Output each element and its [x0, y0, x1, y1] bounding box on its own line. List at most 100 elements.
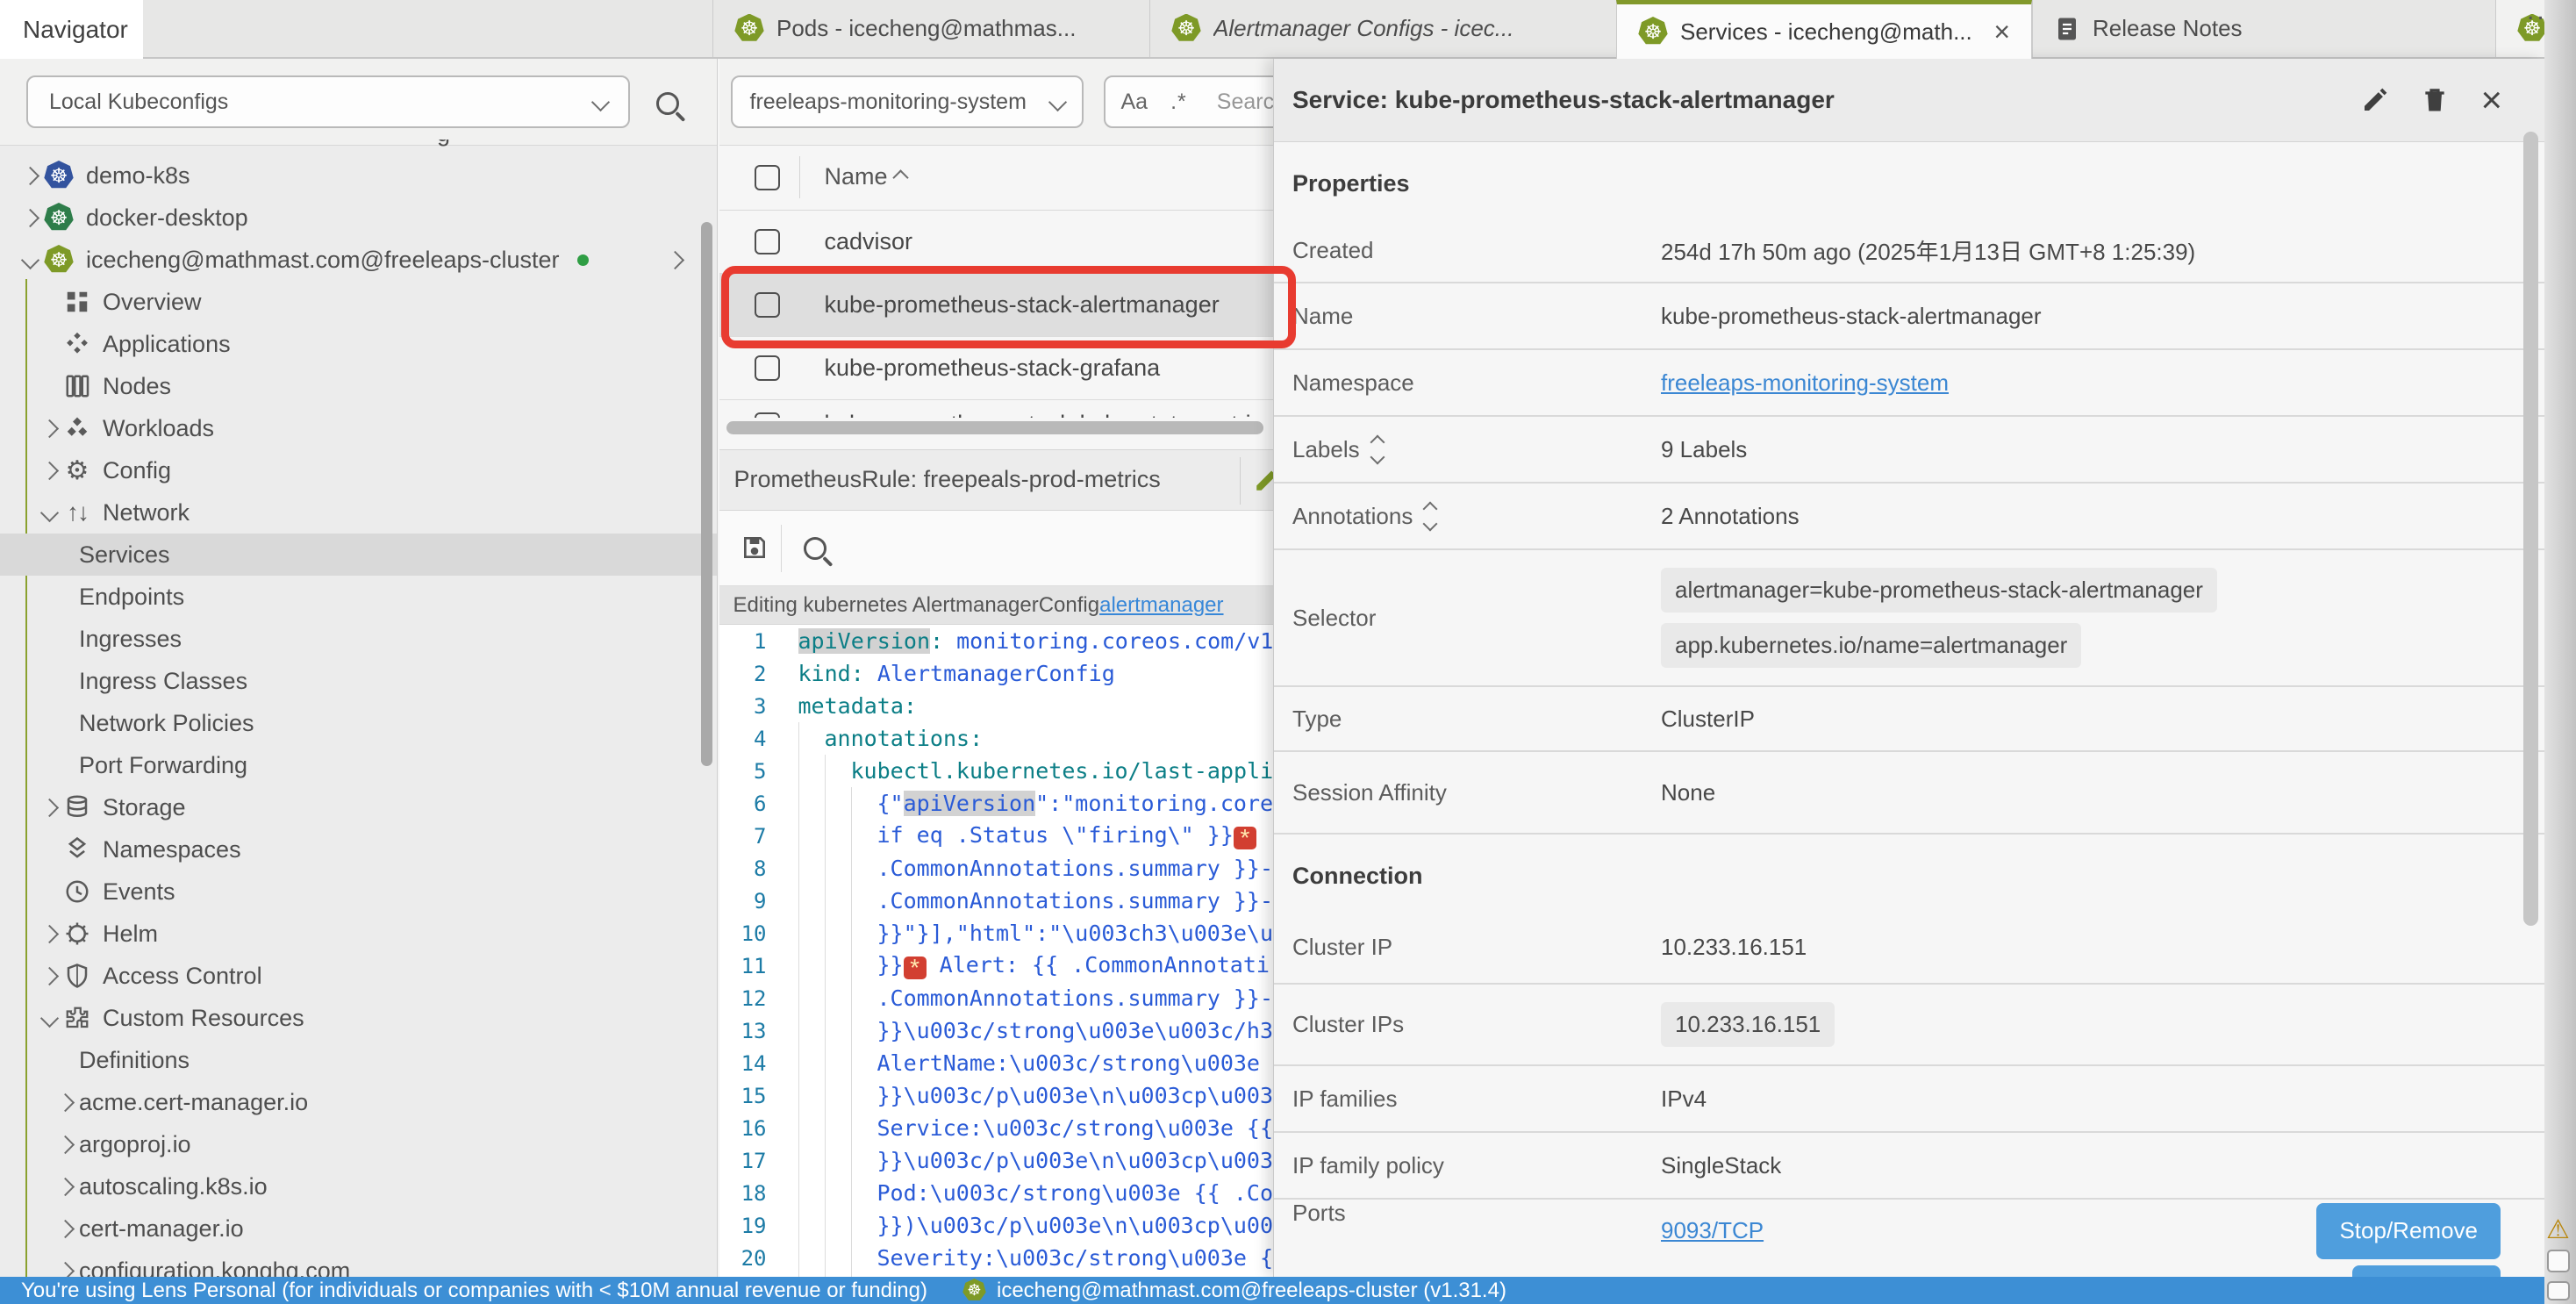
close-tab-icon[interactable]: ×	[1993, 18, 2010, 46]
active-cluster-text[interactable]: icecheng@mathmast.com@freeleaps-cluster …	[997, 1279, 1506, 1303]
chevron-right-icon[interactable]	[35, 801, 63, 814]
sidebar-item-endpoints[interactable]: Endpoints	[0, 576, 717, 618]
chevron-down-icon[interactable]	[16, 254, 44, 267]
chevron-right-icon[interactable]	[35, 422, 63, 435]
sidebar-item-cert-manager-io[interactable]: cert-manager.io	[0, 1207, 717, 1250]
chevron-right-icon[interactable]	[35, 928, 63, 941]
line-number: 11	[719, 954, 788, 978]
sidebar-item-events[interactable]: Events	[0, 871, 717, 913]
sidebar-scrollbar-thumb[interactable]	[701, 222, 712, 766]
row-checkbox[interactable]	[755, 229, 780, 254]
edit-pencil-icon[interactable]	[1253, 464, 1274, 494]
chevron-down-icon	[591, 92, 610, 111]
chevron-right-icon[interactable]	[16, 169, 44, 183]
sidebar-item-demo-k8s[interactable]: ☸demo-k8s	[0, 154, 717, 197]
kubernetes-icon: ☸	[962, 1279, 986, 1302]
editor-dock-header[interactable]: PrometheusRule: freepeals-prod-metrics	[719, 449, 1274, 511]
chevron-right-icon[interactable]	[51, 1180, 79, 1193]
row-checkbox[interactable]	[755, 355, 780, 381]
sidebar-item-config[interactable]: ⚙Config	[0, 449, 717, 491]
sidebar-item-icecheng-mathmast-com-freeleaps-cluster[interactable]: ☸icecheng@mathmast.com@freeleaps-cluster	[0, 239, 717, 281]
tab-release[interactable]: Release Notes	[2032, 0, 2481, 57]
sidebar-item-acme-cert-manager-io[interactable]: acme.cert-manager.io	[0, 1081, 717, 1123]
code-line-1: 1apiVersion: monitoring.coreos.com/v1	[719, 625, 1274, 657]
code-line-8: 8.CommonAnnotations.summary }}-	[719, 852, 1274, 885]
select-all-checkbox[interactable]	[755, 165, 780, 190]
sidebar-item-docker-desktop[interactable]: ☸docker-desktop	[0, 197, 717, 239]
sidebar-item-overview[interactable]: Overview	[0, 281, 717, 323]
row-checkbox[interactable]	[755, 412, 780, 418]
sort-toggle-icon[interactable]	[1372, 437, 1383, 462]
kubeconfig-select[interactable]: Local Kubeconfigs	[26, 75, 630, 128]
chevron-right-icon[interactable]	[666, 250, 684, 269]
chevron-right-icon[interactable]	[51, 1222, 79, 1236]
namespace-select[interactable]: freeleaps-monitoring-system	[731, 75, 1084, 128]
delete-trash-icon[interactable]	[2421, 86, 2449, 114]
editing-resource-link[interactable]: alertmanager	[1099, 593, 1223, 618]
port-link-9093-tcp[interactable]: 9093/TCP	[1661, 1217, 1764, 1244]
kubernetes-icon: ☸	[44, 203, 74, 233]
chevron-right-icon[interactable]	[35, 464, 63, 477]
chevron-right-icon[interactable]	[51, 1265, 79, 1278]
sidebar-item-network[interactable]: ↑↓Network	[0, 491, 717, 534]
editing-status-text: Editing kubernetes AlertmanagerConfig	[733, 593, 1100, 618]
editor-search-icon[interactable]	[804, 537, 826, 560]
sidebar-item-helm[interactable]: Helm	[0, 913, 717, 955]
sidebar-item-services[interactable]: Services	[0, 534, 717, 576]
tab-bar: Navigator ☸Pods - icecheng@mathmas...☸Al…	[0, 0, 2576, 59]
save-icon[interactable]	[741, 534, 769, 562]
sort-toggle-icon[interactable]	[1425, 504, 1435, 529]
sidebar-item-access-control[interactable]: Access Control	[0, 955, 717, 997]
tab-services[interactable]: ☸Services - icecheng@math...×	[1616, 0, 2032, 59]
sidebar-item-custom-resources[interactable]: Custom Resources	[0, 997, 717, 1039]
sidebar-item-nodes[interactable]: Nodes	[0, 365, 717, 407]
line-number: 18	[719, 1181, 788, 1206]
sidebar-item-network-policies[interactable]: Network Policies	[0, 702, 717, 744]
sort-ascending-icon[interactable]	[892, 169, 908, 185]
sidebar-item-label: configuration.konghq.com	[79, 1257, 350, 1278]
table-search-input[interactable]: Aa .* Search	[1104, 75, 1274, 128]
yaml-editor[interactable]: 1apiVersion: monitoring.coreos.com/v12ki…	[719, 625, 1274, 1277]
line-number: 14	[719, 1051, 788, 1076]
stop-remove-button[interactable]: Stop/Remove	[2316, 1203, 2501, 1259]
namespace-link[interactable]: freeleaps-monitoring-system	[1661, 369, 1949, 397]
chevron-down-icon[interactable]	[35, 506, 63, 519]
sidebar-item-applications[interactable]: Applications	[0, 323, 717, 365]
sidebar-item-label: Nodes	[103, 373, 171, 400]
sidebar-item-port-forwarding[interactable]: Port Forwarding	[0, 744, 717, 786]
sidebar-item-argoproj-io[interactable]: argoproj.io	[0, 1123, 717, 1165]
sidebar-item-label: Namespaces	[103, 836, 241, 863]
detail-value: 9 Labels	[1661, 436, 1747, 463]
chevron-right-icon[interactable]	[51, 1138, 79, 1151]
tab-alertmanager[interactable]: ☸Alertmanager Configs - icec...	[1149, 0, 1616, 57]
sidebar-item-workloads[interactable]: Workloads	[0, 407, 717, 449]
name-column-header[interactable]: Name	[825, 163, 888, 190]
edit-pencil-icon[interactable]	[2361, 86, 2389, 114]
sidebar-item-ingresses[interactable]: Ingresses	[0, 618, 717, 660]
table-horizontal-scrollbar-thumb[interactable]	[726, 421, 1263, 434]
close-icon[interactable]: ×	[2480, 82, 2502, 118]
chevron-right-icon[interactable]	[35, 970, 63, 983]
sidebar-item-namespaces[interactable]: Namespaces	[0, 828, 717, 871]
table-row-partial[interactable]: kube-prometheus-stack-kube-state-metrics	[719, 400, 1274, 418]
sidebar-item-label: Storage	[103, 794, 186, 821]
line-number: 15	[719, 1084, 788, 1108]
sidebar-item-definitions[interactable]: Definitions	[0, 1039, 717, 1081]
detail-row-labels: Labels9 Labels	[1274, 417, 2544, 484]
chevron-down-icon[interactable]	[35, 1012, 63, 1025]
regex-icon[interactable]: .*	[1170, 90, 1187, 115]
match-case-icon[interactable]: Aa	[1121, 90, 1148, 115]
search-icon[interactable]	[656, 92, 679, 115]
line-number: 6	[719, 792, 788, 816]
chevron-right-icon[interactable]	[16, 211, 44, 225]
helm-icon	[63, 920, 91, 948]
tab-pods[interactable]: ☸Pods - icecheng@mathmas...	[712, 0, 1149, 57]
sidebar-item-storage[interactable]: Storage	[0, 786, 717, 828]
forward-button[interactable]: Forward...	[2352, 1265, 2501, 1278]
sidebar-item-ingress-classes[interactable]: Ingress Classes	[0, 660, 717, 702]
table-row[interactable]: cadvisor	[719, 211, 1274, 274]
sidebar-item-configuration-konghq-com[interactable]: configuration.konghq.com	[0, 1250, 717, 1277]
drawer-scrollbar-thumb[interactable]	[2523, 132, 2538, 926]
sidebar-item-autoscaling-k8s-io[interactable]: autoscaling.k8s.io	[0, 1165, 717, 1207]
chevron-right-icon[interactable]	[51, 1096, 79, 1109]
